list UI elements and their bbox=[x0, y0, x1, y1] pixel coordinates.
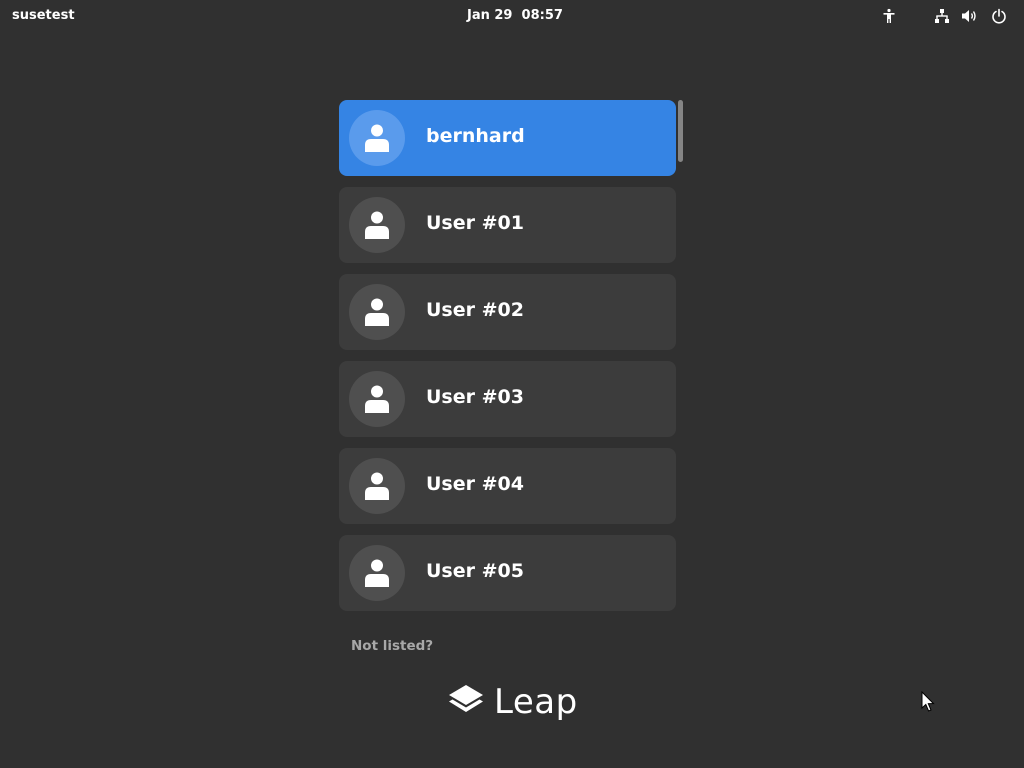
username-label: User #01 bbox=[426, 212, 524, 234]
accessibility-icon[interactable] bbox=[879, 6, 899, 26]
logo-text: Leap bbox=[494, 682, 578, 722]
username-label: User #02 bbox=[426, 299, 524, 321]
user-avatar-icon bbox=[349, 197, 405, 253]
volume-icon[interactable] bbox=[960, 6, 980, 26]
user-item-02[interactable]: User #02 bbox=[339, 274, 676, 350]
network-wired-icon[interactable] bbox=[932, 6, 952, 26]
user-avatar-icon bbox=[349, 110, 405, 166]
distro-logo: Leap bbox=[447, 682, 578, 722]
user-item-01[interactable]: User #01 bbox=[339, 187, 676, 263]
username-label: User #03 bbox=[426, 386, 524, 408]
user-item-05[interactable]: User #05 bbox=[339, 535, 676, 611]
mouse-cursor-icon bbox=[921, 690, 935, 717]
user-list-scrollbar[interactable] bbox=[678, 100, 683, 162]
username-label: User #04 bbox=[426, 473, 524, 495]
clock[interactable]: Jan 29 08:57 bbox=[467, 8, 563, 23]
user-item-04[interactable]: User #04 bbox=[339, 448, 676, 524]
username-label: User #05 bbox=[426, 560, 524, 582]
not-listed-link[interactable]: Not listed? bbox=[351, 638, 433, 654]
user-avatar-icon bbox=[349, 371, 405, 427]
leap-layers-icon bbox=[447, 684, 485, 720]
user-avatar-icon bbox=[349, 458, 405, 514]
user-item-bernhard[interactable]: bernhard bbox=[339, 100, 676, 176]
user-avatar-icon bbox=[349, 545, 405, 601]
user-avatar-icon bbox=[349, 284, 405, 340]
username-label: bernhard bbox=[426, 125, 525, 147]
user-item-03[interactable]: User #03 bbox=[339, 361, 676, 437]
power-icon[interactable] bbox=[989, 6, 1009, 26]
hostname-label: susetest bbox=[12, 8, 75, 23]
top-bar: susetest Jan 29 08:57 bbox=[0, 0, 1024, 32]
